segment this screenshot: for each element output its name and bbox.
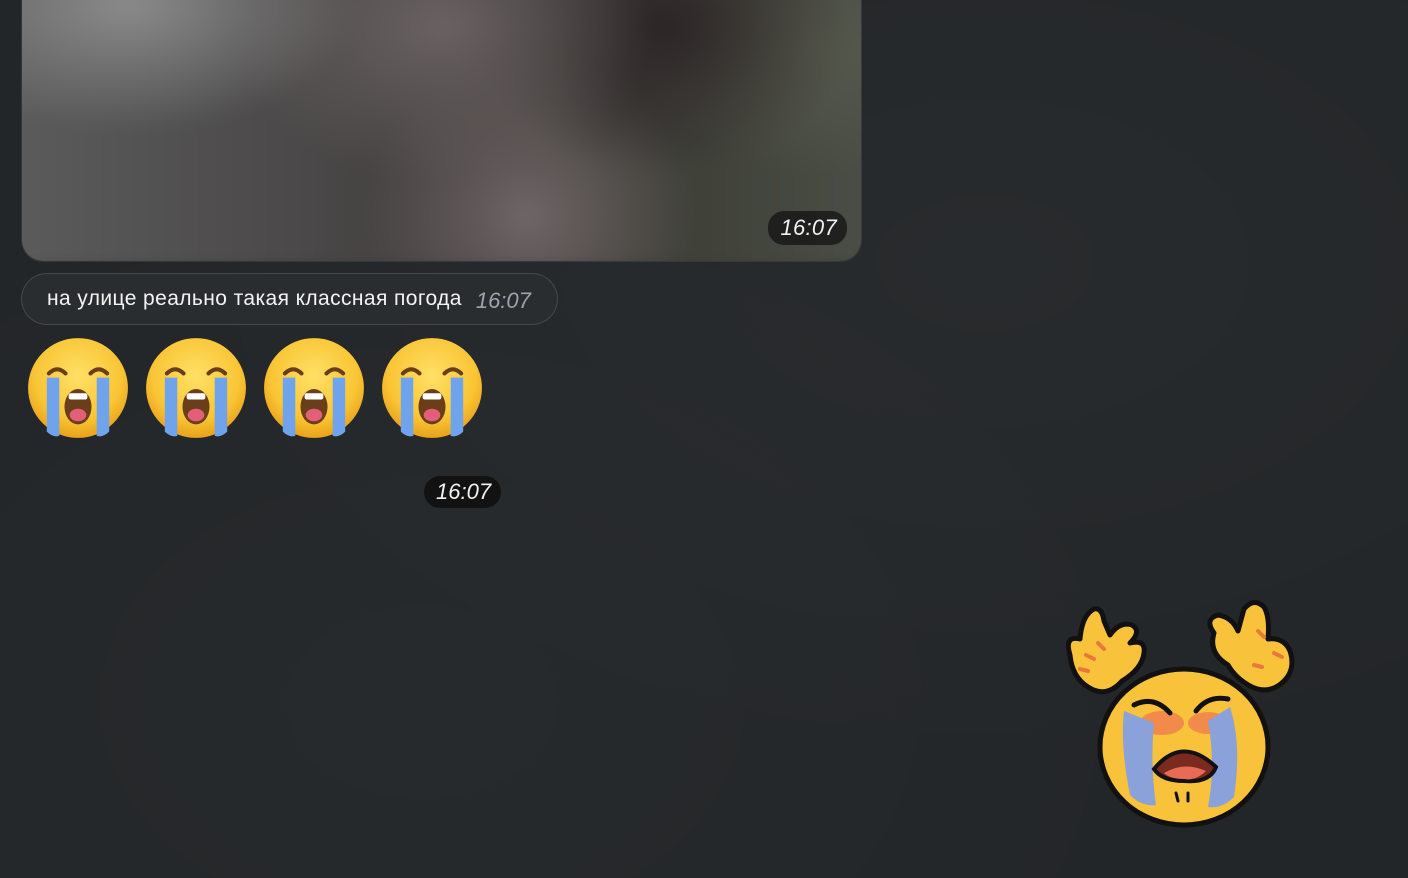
crying-face-sticker[interactable] (1058, 595, 1302, 831)
blurred-photo[interactable] (22, 0, 861, 261)
loudly-crying-face-emoji (146, 338, 246, 438)
message-text: на улице реально такая классная погода (47, 287, 462, 310)
media-message[interactable]: 16:07 (21, 0, 862, 262)
loudly-crying-face-emoji (382, 338, 482, 438)
message-time: 16:07 (768, 211, 847, 245)
emoji-message[interactable] (26, 336, 484, 440)
chat-area[interactable]: 16:07 на улице реально такая классная по… (0, 0, 1408, 878)
loudly-crying-face-emoji (264, 338, 364, 438)
message-time: 16:07 (424, 476, 502, 508)
loudly-crying-face-emoji (28, 338, 128, 438)
message-time: 16:07 (475, 288, 531, 313)
text-message[interactable]: на улице реально такая классная погода 1… (21, 273, 558, 325)
